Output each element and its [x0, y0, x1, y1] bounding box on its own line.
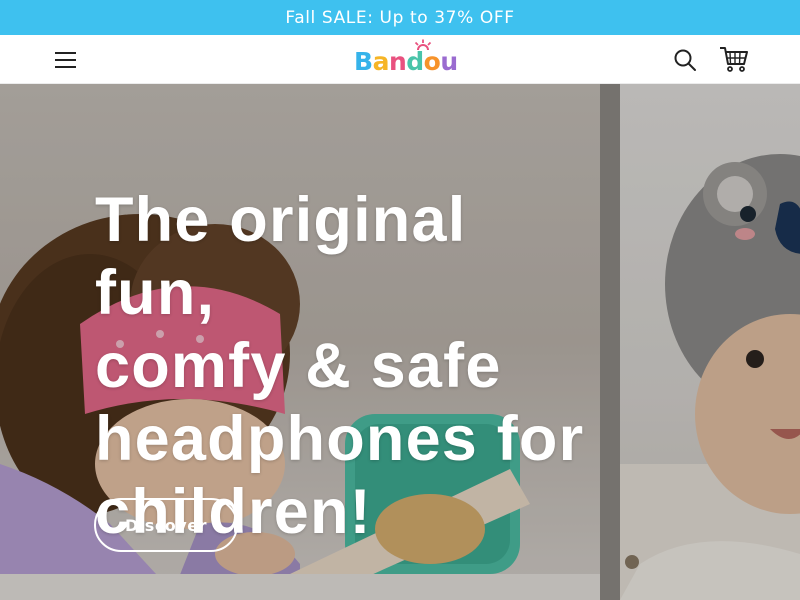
hero-title-line: The original fun,: [95, 185, 467, 328]
hero-title-line: headphones for: [95, 404, 585, 474]
logo-letter: n: [388, 47, 407, 76]
hero-title: The original fun, comfy & safe headphone…: [95, 184, 595, 549]
hero-title-line: comfy & safe: [95, 331, 502, 401]
announcement-text: Fall SALE: Up to 37% OFF: [285, 7, 515, 28]
search-icon: [674, 49, 696, 71]
search-button[interactable]: [672, 47, 698, 73]
logo-letter: B: [354, 47, 373, 76]
cart-button[interactable]: [718, 44, 750, 74]
logo-letter: u: [440, 47, 458, 76]
discover-button-label: Discover: [125, 515, 207, 535]
logo[interactable]: B a n d o u: [354, 39, 458, 77]
logo-letter: d: [406, 47, 424, 76]
announcement-bar[interactable]: Fall SALE: Up to 37% OFF: [0, 0, 800, 35]
discover-button[interactable]: Discover: [94, 498, 238, 552]
logo-letter: o: [423, 47, 441, 76]
site-header: B a n d o u: [0, 35, 800, 84]
logo-letter: a: [372, 47, 390, 76]
hero-banner: The original fun, comfy & safe headphone…: [0, 84, 800, 600]
hamburger-menu-icon: [55, 52, 76, 54]
logo-sun-icon: [414, 39, 432, 51]
cart-icon: [720, 47, 748, 72]
menu-button[interactable]: [52, 47, 80, 73]
